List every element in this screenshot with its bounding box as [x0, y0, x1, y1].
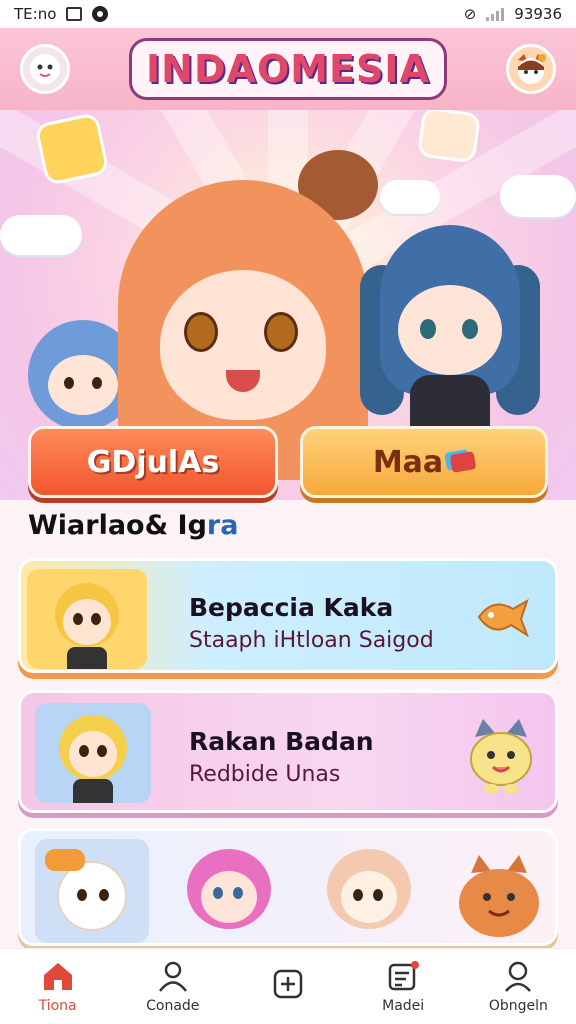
card-text: Bepaccia Kaka Staaph iHtloan Saigod — [189, 593, 434, 653]
list-item[interactable]: Rakan Badan Redbide Unas — [18, 690, 558, 813]
signal-icon — [486, 7, 505, 21]
character-eye — [264, 312, 298, 352]
primary-action-button[interactable]: GDjulAs — [28, 426, 278, 498]
battery-text: 93936 — [514, 5, 562, 23]
status-left: TE:no — [14, 5, 109, 23]
character-eye — [213, 887, 223, 899]
character-outfit — [67, 647, 107, 669]
star-sticker-icon — [34, 112, 110, 186]
character-pink — [181, 845, 277, 941]
character-eye — [92, 377, 102, 389]
character-eye — [233, 887, 243, 899]
section-title: Wiarlao& Igra — [28, 510, 238, 541]
nav-label-profile: Obngeln — [488, 997, 548, 1014]
character-hair-bow — [45, 849, 85, 871]
section-title-main: Wiarlao& Ig — [28, 510, 207, 541]
gem-icon — [449, 451, 477, 473]
character-eye — [99, 889, 109, 901]
cat-mascot-icon — [461, 715, 541, 799]
card-subtitle: Staaph iHtloan Saigod — [189, 628, 434, 653]
nav-item-user[interactable]: Conade — [123, 960, 223, 1014]
character-face — [201, 871, 257, 923]
list-item[interactable] — [18, 828, 558, 946]
list-item[interactable]: Bepaccia Kaka Staaph iHtloan Saigod — [18, 558, 558, 673]
character-eye — [353, 889, 363, 901]
nav-label-home: Tiona — [38, 997, 77, 1014]
profile-icon — [505, 961, 532, 992]
nav-label-user: Conade — [146, 997, 200, 1014]
status-time: TE:no — [14, 5, 57, 23]
character-face — [57, 861, 127, 931]
nav-item-profile[interactable]: Obngeln — [468, 960, 568, 1014]
gallery-notification-icon — [66, 7, 83, 21]
nav-item-add[interactable] — [238, 968, 338, 1006]
nav-label-notes: Madei — [382, 997, 425, 1014]
app-notification-icon — [92, 6, 109, 22]
add-square-icon — [273, 969, 303, 998]
card-thumbnail — [35, 703, 151, 803]
card-thumbnail — [27, 569, 147, 669]
character-face — [398, 285, 502, 375]
character-eye — [64, 377, 74, 389]
character-eye — [77, 889, 87, 901]
ghost-face-icon[interactable] — [20, 44, 70, 94]
section-title-accent: ra — [206, 510, 239, 541]
character-eye — [73, 613, 83, 625]
character-eye — [79, 745, 89, 757]
nav-item-home[interactable]: Tiona — [8, 960, 108, 1014]
character-eye — [373, 889, 383, 901]
fish-icon — [471, 593, 531, 643]
status-right: ⊘ 93936 — [464, 5, 562, 23]
character-face — [160, 270, 326, 420]
app-title: INDAOMESIA — [129, 38, 447, 100]
character-eye — [91, 613, 101, 625]
user-icon — [158, 961, 187, 992]
home-icon — [43, 962, 72, 990]
notes-icon — [388, 960, 420, 990]
primary-action-label: GDjulAs — [86, 444, 220, 480]
bottom-navigation: Tiona Conade Madei Obngeln — [0, 948, 576, 1024]
character-face — [341, 871, 397, 923]
status-bar: TE:no ⊘ 93936 — [0, 0, 576, 28]
mute-icon: ⊘ — [463, 5, 477, 23]
fox-mascot-icon[interactable] — [505, 44, 556, 94]
secondary-action-button[interactable]: Maa — [300, 426, 548, 498]
character-eye — [462, 319, 478, 339]
character-eye — [97, 745, 107, 757]
fox-mascot-icon — [451, 853, 547, 943]
card-thumbnail — [35, 839, 149, 943]
card-subtitle: Redbide Unas — [189, 762, 341, 787]
nav-item-notes[interactable]: Madei — [353, 960, 453, 1014]
app-header: INDAOMESIA — [0, 28, 576, 110]
secondary-action-label: Maa — [372, 444, 444, 480]
character-outfit — [73, 779, 113, 803]
character-eye — [420, 319, 436, 339]
character-mouth — [226, 370, 260, 392]
mascot-sticker-icon — [416, 110, 482, 164]
card-text: Rakan Badan Redbide Unas — [189, 727, 374, 787]
character-blonde — [321, 845, 417, 941]
character-face — [48, 355, 118, 415]
character-face — [69, 731, 117, 777]
character-eye — [184, 312, 218, 352]
character-face — [63, 599, 111, 645]
card-title: Rakan Badan — [189, 727, 374, 756]
cloud-left — [0, 215, 82, 255]
card-title: Bepaccia Kaka — [189, 593, 394, 622]
